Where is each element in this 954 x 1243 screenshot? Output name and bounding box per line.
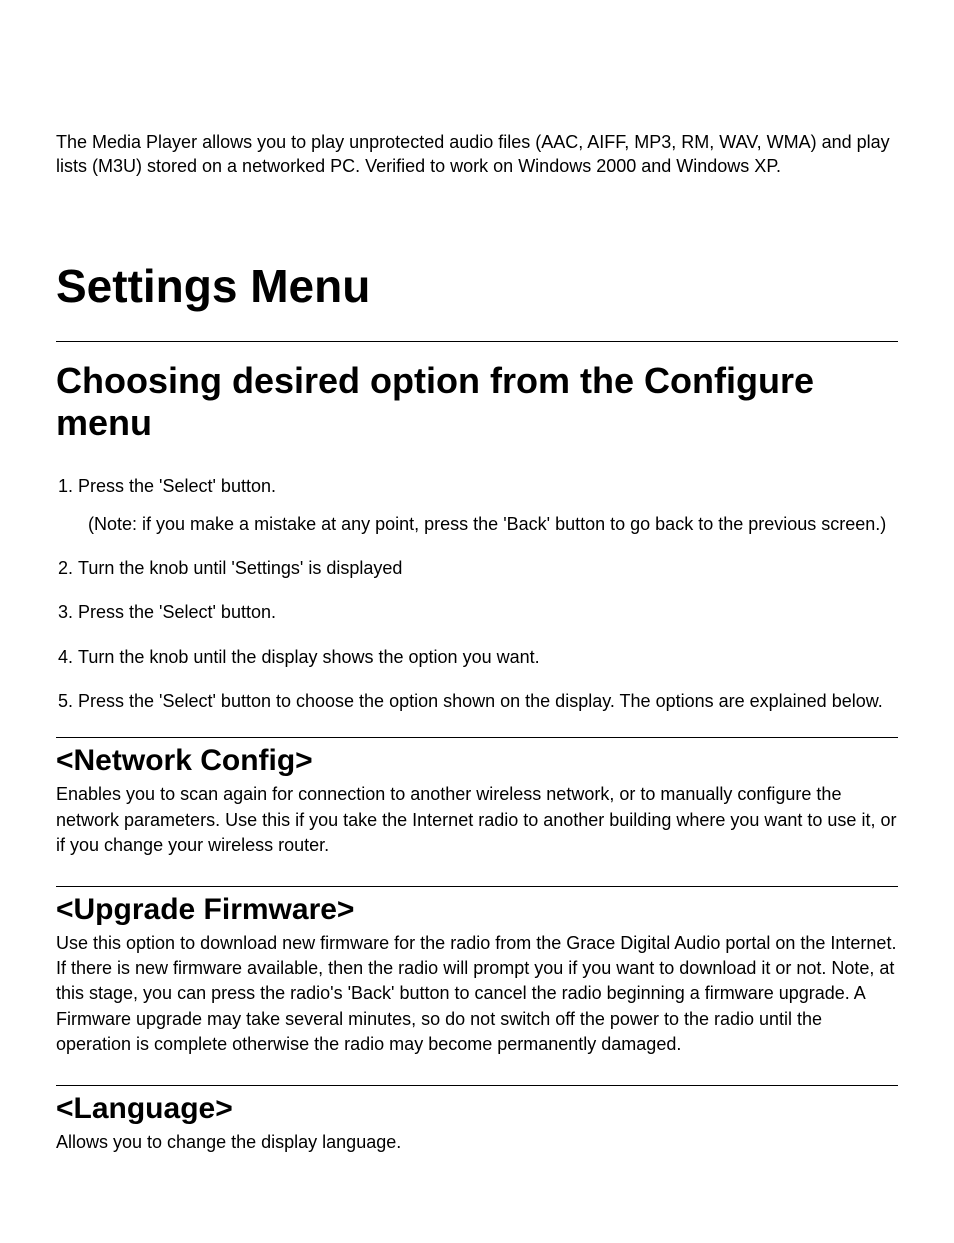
step-item: Press the 'Select' button. (Note: if you…: [78, 474, 898, 537]
step-text: Turn the knob until the display shows th…: [78, 647, 540, 667]
step-text: Turn the knob until 'Settings' is displa…: [78, 558, 402, 578]
step-item: Turn the knob until the display shows th…: [78, 645, 898, 669]
step-note: (Note: if you make a mistake at any poin…: [88, 512, 898, 536]
step-text: Press the 'Select' button.: [78, 602, 276, 622]
section-heading-upgrade-firmware: <Upgrade Firmware>: [56, 893, 898, 927]
section-divider: [56, 1085, 898, 1086]
section-body: Allows you to change the display languag…: [56, 1130, 898, 1155]
intro-paragraph: The Media Player allows you to play unpr…: [56, 130, 898, 179]
document-page: The Media Player allows you to play unpr…: [0, 0, 954, 1243]
steps-list: Press the 'Select' button. (Note: if you…: [56, 474, 898, 714]
step-item: Press the 'Select' button to choose the …: [78, 689, 898, 713]
section-body: Enables you to scan again for connection…: [56, 782, 898, 858]
step-text: Press the 'Select' button.: [78, 476, 276, 496]
section-heading-language: <Language>: [56, 1092, 898, 1126]
section-body: Use this option to download new firmware…: [56, 931, 898, 1057]
title-divider: [56, 341, 898, 342]
step-item: Press the 'Select' button.: [78, 600, 898, 624]
section-divider: [56, 737, 898, 738]
step-text: Press the 'Select' button to choose the …: [78, 691, 883, 711]
section-heading-network-config: <Network Config>: [56, 744, 898, 778]
main-title: Settings Menu: [56, 259, 898, 313]
sub-title: Choosing desired option from the Configu…: [56, 360, 898, 444]
section-divider: [56, 886, 898, 887]
step-item: Turn the knob until 'Settings' is displa…: [78, 556, 898, 580]
